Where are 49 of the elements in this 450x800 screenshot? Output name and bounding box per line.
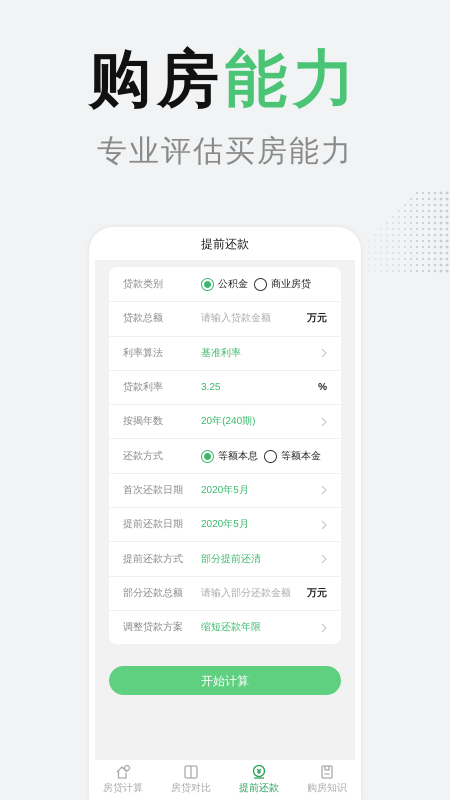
document-icon: [319, 764, 335, 780]
field-label: 按揭年数: [123, 414, 164, 430]
select-field[interactable]: 缩短还款年限: [201, 620, 327, 636]
field-label: 利率算法: [123, 346, 164, 361]
radio-option[interactable]: 等额本息: [201, 448, 258, 464]
chevron-right-icon: [321, 554, 327, 564]
chevron-right-icon: [321, 416, 327, 427]
field-label: 首次还款日期: [123, 484, 184, 498]
rate-value: 3.25: [201, 381, 220, 396]
tab[interactable]: 房贷对比: [157, 760, 225, 800]
field-label: 提前还款日期: [123, 518, 184, 532]
radio-button[interactable]: [254, 278, 267, 291]
radio-button[interactable]: [264, 450, 277, 463]
chevron-right-icon: [321, 520, 327, 530]
select-field[interactable]: 2020年5月: [201, 482, 327, 498]
screen-title: 提前还款: [200, 236, 250, 252]
field-label: 贷款总额: [123, 312, 164, 326]
unit-label: 万元: [307, 312, 327, 326]
amount-field[interactable]: 请输入部分还款金额: [201, 586, 307, 601]
field-label: 部分还款总额: [123, 586, 184, 601]
field-label: 调整贷款方案: [123, 620, 184, 636]
field-label: 贷款利率: [123, 380, 164, 396]
field-label: 贷款类别: [123, 278, 164, 292]
select-field[interactable]: 20年(240期): [201, 414, 327, 430]
unit-label: 万元: [307, 586, 327, 601]
house-icon: [115, 764, 131, 780]
select-field[interactable]: 基准利率: [201, 346, 327, 361]
coin-icon: [251, 764, 267, 780]
select-field[interactable]: 2020年5月: [201, 517, 327, 532]
amount-field[interactable]: 请输入贷款金额: [201, 311, 307, 326]
radio-option[interactable]: 商业房贷: [254, 276, 311, 292]
field-label: 提前还款方式: [123, 552, 184, 567]
headline: 购房能力: [89, 44, 361, 116]
calculate-button[interactable]: 开始计算: [109, 666, 341, 696]
chevron-right-icon: [321, 485, 327, 496]
chevron-right-icon: [321, 622, 327, 633]
tab[interactable]: 购房知识: [293, 760, 361, 800]
subtitle: 专业评估买房能力: [97, 134, 353, 170]
radio-option[interactable]: 公积金: [201, 276, 248, 292]
radio-button[interactable]: [201, 450, 214, 463]
radio-option[interactable]: 等额本金: [264, 448, 321, 464]
split-panel-icon: [183, 764, 199, 780]
tab[interactable]: 提前还款: [225, 760, 293, 800]
radio-button[interactable]: [201, 278, 214, 291]
chevron-right-icon: [321, 348, 327, 358]
field-label: 还款方式: [123, 450, 164, 464]
tab[interactable]: 房贷计算: [89, 760, 157, 800]
unit-label: %: [318, 381, 327, 396]
select-field[interactable]: 部分提前还清: [201, 552, 327, 567]
